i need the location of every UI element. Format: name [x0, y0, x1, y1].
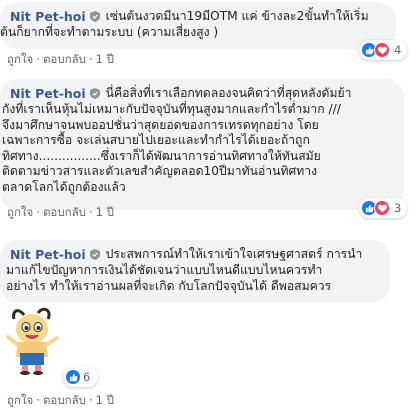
reply-link[interactable]: ตอบกลับ	[43, 52, 86, 66]
verified-badge-icon	[89, 249, 100, 260]
like-icon	[65, 369, 81, 385]
reply-link[interactable]: ตอบกลับ	[43, 393, 86, 407]
comment-author[interactable]: Nit Pet-hoi	[10, 9, 86, 24]
comment-text-line: ทิศทาง................ซึ่งเราก็ได้พัฒนาก…	[2, 148, 321, 163]
comment-text-line: นี่คือสิ่งที่เราเลือกทดลองจนคิดว่าที่สุด…	[105, 85, 352, 100]
comment-bubble: Nit Pet-hoi ประสพการณ์ทำให้เราเข้าใจเศรษ…	[0, 240, 390, 303]
separator-dot: ·	[36, 393, 40, 407]
comment-text-line: ติดตามข่าวสารและตัวเลขสำคัญตลอด10ปีมาทัน…	[2, 164, 318, 178]
reply-link[interactable]: ตอบกลับ	[43, 205, 86, 219]
separator-dot: ·	[88, 205, 93, 219]
comment-text-line: เซ่นต้นงวดมีนา19มีOTM แค่ ข้างละ2ขั้นทำใ…	[105, 8, 369, 23]
comment-text-line: มาแก้ไขปัญหาการเงินได้ชัดเจนว่าแบบไหนดีแ…	[6, 263, 323, 277]
reaction-count: 3	[394, 201, 402, 215]
comment-text-line: กังที่เราเห็นหุ้นไม่เหมาะกับปัจจุบันที่ท…	[2, 102, 341, 116]
love-icon	[374, 42, 390, 58]
verified-badge-icon	[89, 88, 100, 99]
reaction-summary[interactable]: 4	[359, 40, 407, 60]
like-link[interactable]: ถูกใจ	[7, 52, 33, 66]
timestamp[interactable]: 1 ปี	[96, 52, 114, 66]
minion-girl-sticker	[6, 307, 59, 375]
love-icon	[374, 200, 390, 216]
separator-dot: ·	[36, 205, 40, 219]
like-link[interactable]: ถูกใจ	[7, 205, 33, 219]
separator-dot: ·	[88, 52, 93, 66]
comment-actions: ถูกใจ · ตอบกลับ · 1 ปี	[7, 204, 114, 220]
comment-text-line: ต้นก็ยากที่จะทำตามระบบ (ความเสี่ยงสูง )	[0, 25, 219, 39]
reaction-count: 4	[394, 43, 402, 57]
reaction-summary[interactable]: 3	[359, 198, 407, 218]
separator-dot: ·	[36, 52, 40, 66]
reaction-count: 6	[83, 370, 91, 384]
comment-bubble: Nit Pet-hoi เซ่นต้นงวดมีนา19มีOTM แค่ ข้…	[0, 2, 396, 49]
verified-badge-icon	[89, 11, 100, 22]
comment-text-line: จึงมาศึกษาจนพบออปชั่นว่าสุดยอดของการเทรด…	[2, 117, 319, 132]
comment-author[interactable]: Nit Pet-hoi	[10, 247, 86, 262]
comment-actions: ถูกใจ · ตอบกลับ · 1 ปี	[7, 392, 114, 408]
timestamp[interactable]: 1 ปี	[96, 205, 114, 219]
comment-author[interactable]: Nit Pet-hoi	[10, 86, 86, 101]
reaction-summary[interactable]: 6	[63, 367, 98, 387]
timestamp[interactable]: 1 ปี	[96, 393, 114, 407]
separator-dot: ·	[88, 393, 93, 407]
comment-actions: ถูกใจ · ตอบกลับ · 1 ปี	[7, 51, 114, 67]
comment-text-line: ประสพการณ์ทำให้เราเข้าใจเศรษฐศาสตร์ การน…	[105, 246, 363, 261]
comment-text-line: ตลาดโลกได้ถูกต้องแล้ว	[2, 179, 126, 194]
comment-text-line: เฉพาะการซื้อ จะเล่นสบายไปเยอะและทำกำไรได…	[2, 133, 310, 147]
like-link[interactable]: ถูกใจ	[7, 393, 33, 407]
comment-text-line: อย่างไร ทำให้เราอ่านผลที่จะเกิด กับโลกปั…	[6, 278, 332, 293]
comment-bubble: Nit Pet-hoi นี่คือสิ่งที่เราเลือกทดลองจน…	[0, 79, 404, 210]
